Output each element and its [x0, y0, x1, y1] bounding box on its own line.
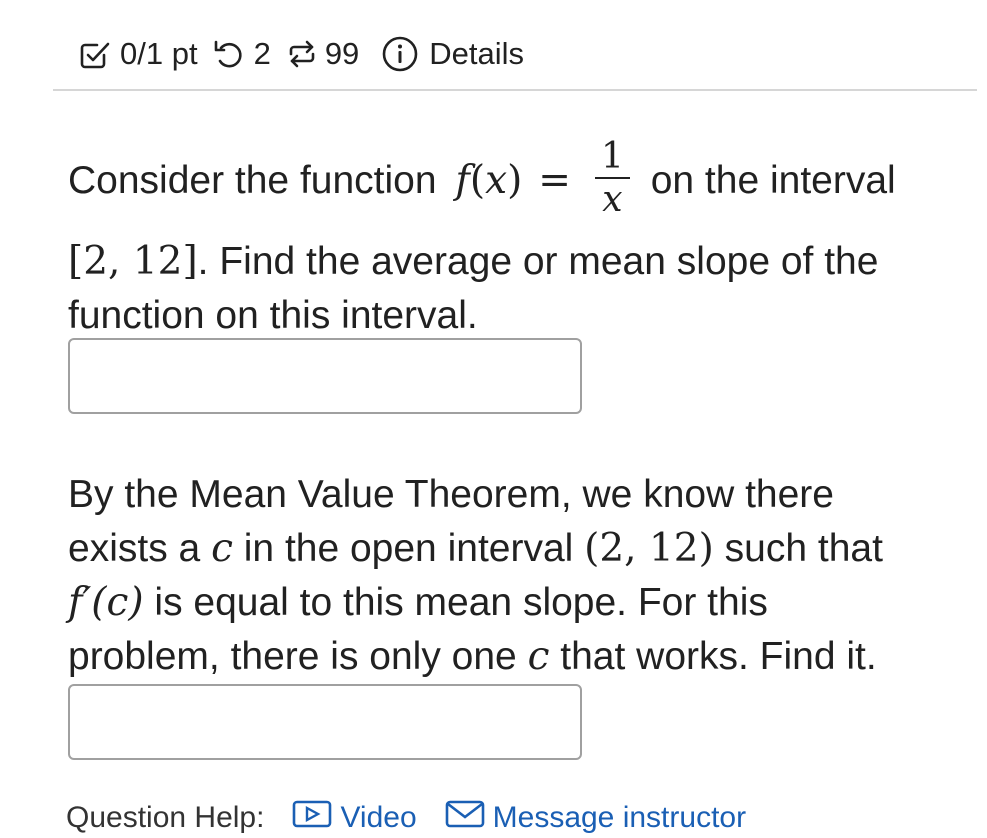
- interval: [2, 12]: [68, 239, 198, 284]
- message-instructor-label[interactable]: Message instructor: [493, 801, 746, 835]
- q1-text-after: . Find the average or mean slope of the: [197, 240, 879, 283]
- derivative: f′(c): [68, 580, 144, 625]
- fraction: 1x: [594, 135, 630, 221]
- question-header: 0/1 pt 2 99 Details: [78, 30, 524, 78]
- question-help-label: Question Help:: [66, 801, 265, 834]
- fraction-numerator: 1: [600, 135, 624, 177]
- func-close-paren: ): [507, 158, 523, 203]
- video-label[interactable]: Video: [340, 801, 416, 835]
- q2-line-2-mid: in the open interval: [243, 527, 574, 570]
- question-help: Question Help: Video Message instructor: [66, 798, 746, 838]
- score-item: 0/1 pt: [78, 36, 198, 72]
- func-var: x: [485, 158, 508, 203]
- q2-line-3-post: is equal to this mean slope. For this: [154, 581, 768, 624]
- checkbox-pencil-icon: [78, 37, 112, 71]
- details-button[interactable]: Details: [359, 35, 524, 73]
- repeat-icon: [285, 37, 319, 71]
- q2-line-4-pre: problem, there is only one: [68, 635, 517, 678]
- equals-sign: =: [538, 158, 571, 203]
- q1-text-pre: Consider the function: [68, 159, 437, 202]
- var-c: c: [211, 526, 233, 571]
- q2-line-2-post: such that: [724, 527, 883, 570]
- video-link[interactable]: Video: [292, 799, 417, 837]
- retry-icon: [212, 37, 246, 71]
- message-instructor-link[interactable]: Message instructor: [445, 799, 746, 837]
- q2-line-4-post: that works. Find it.: [560, 635, 877, 678]
- q1-text-mid: on the interval: [650, 159, 896, 202]
- answer-input-2[interactable]: [68, 684, 582, 760]
- video-icon: [292, 799, 340, 837]
- details-label[interactable]: Details: [429, 36, 524, 72]
- info-icon: [381, 35, 419, 73]
- function-expression: f(x): [455, 158, 522, 203]
- q2-line-2-pre: exists a: [68, 527, 201, 570]
- q1-text-end: function on this interval.: [68, 294, 478, 337]
- header-divider: [53, 89, 977, 91]
- q2-line-1: By the Mean Value Theorem, we know there: [68, 473, 834, 516]
- question-1-text: Consider the function f(x) = 1 x on the int…: [68, 127, 896, 343]
- open-interval: (2, 12): [584, 526, 714, 571]
- func-name: f: [455, 158, 470, 203]
- attempts-item: 99: [271, 36, 359, 72]
- retries-item: 2: [198, 36, 271, 72]
- fraction-denominator: x: [602, 178, 623, 220]
- var-c: c: [527, 634, 550, 679]
- score-text: 0/1 pt: [120, 36, 198, 71]
- question-2-text: By the Mean Value Theorem, we know there…: [68, 468, 883, 684]
- answer-input-1[interactable]: [68, 338, 582, 414]
- retries-count: 2: [253, 36, 271, 71]
- mail-icon: [445, 799, 493, 837]
- func-open-paren: (: [469, 158, 486, 203]
- attempts-count: 99: [324, 36, 360, 71]
